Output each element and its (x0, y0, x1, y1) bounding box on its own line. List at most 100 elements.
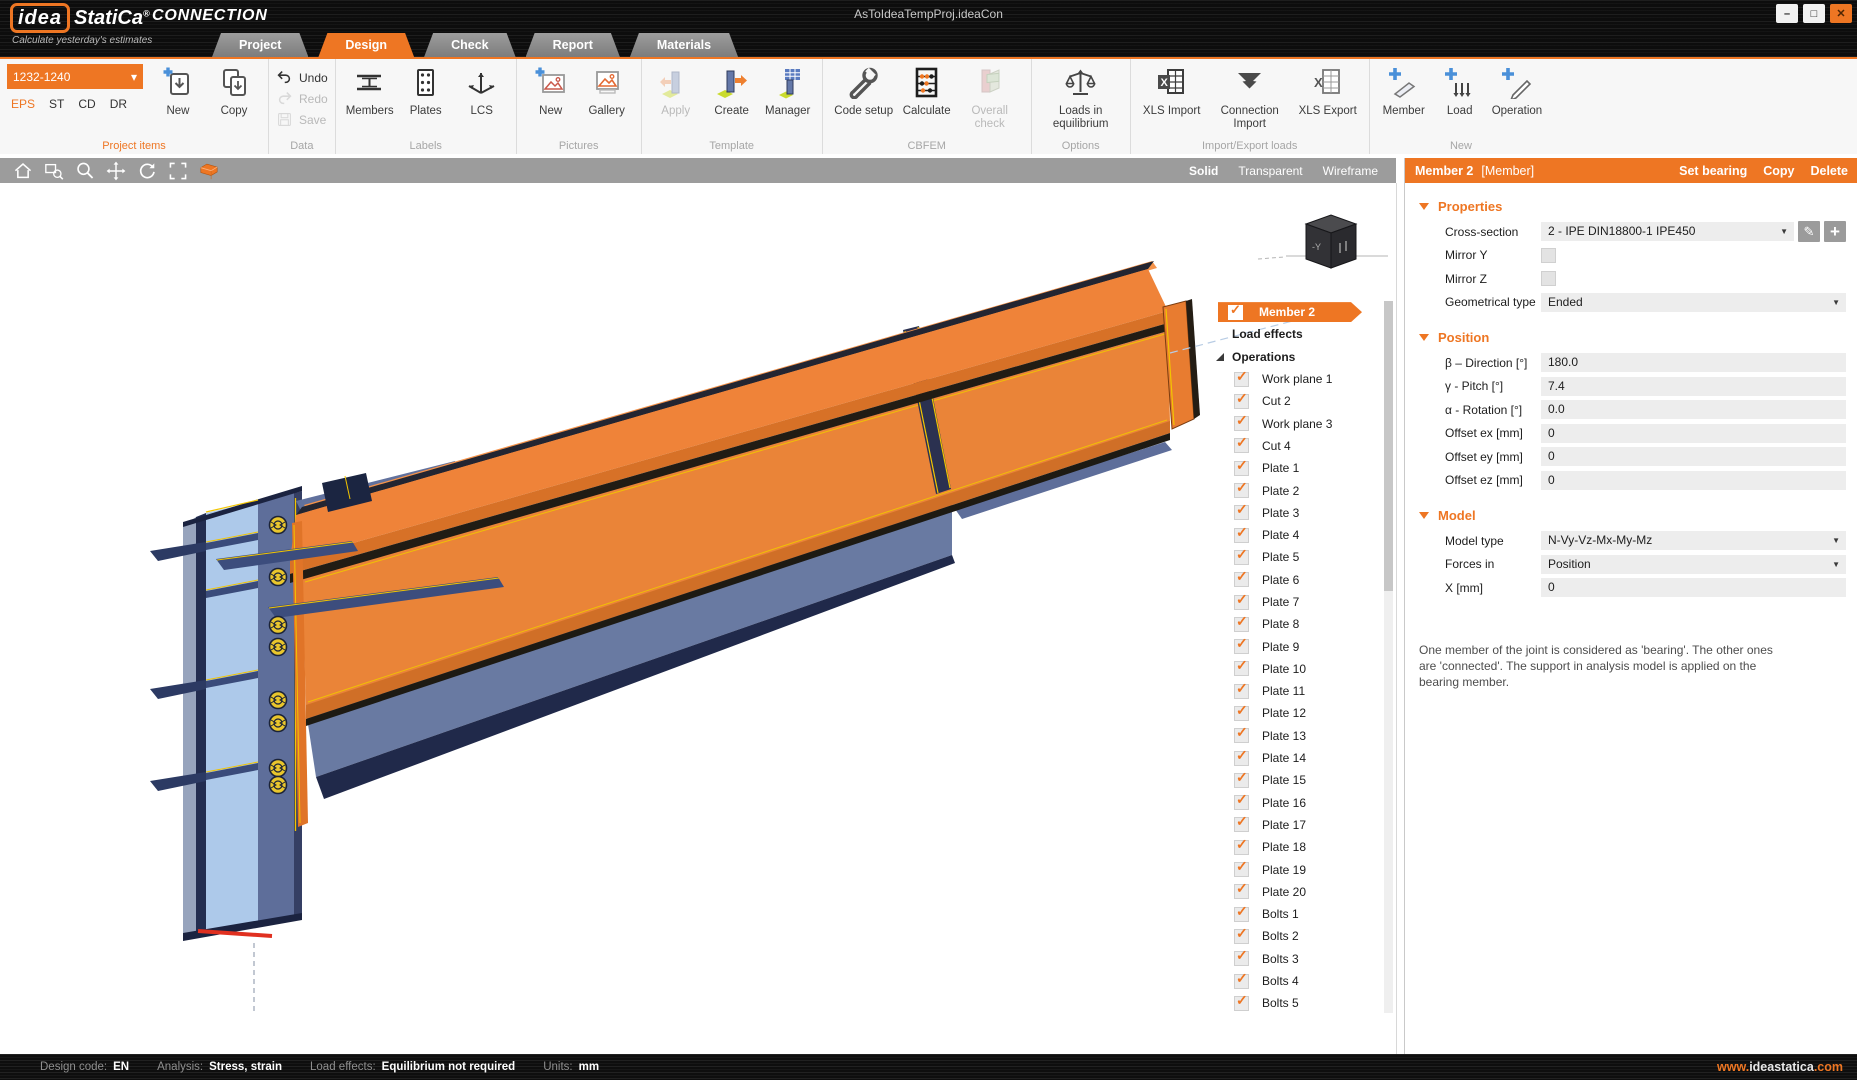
tree-item-member-2[interactable]: ✓Member 2 (1204, 301, 1380, 323)
rotate-icon[interactable] (136, 160, 158, 182)
mirror-z-checkbox[interactable] (1541, 271, 1556, 286)
maximize-button[interactable]: □ (1803, 4, 1825, 23)
checkbox[interactable]: ✓ (1234, 572, 1249, 587)
checkbox[interactable]: ✓ (1234, 550, 1249, 565)
tree-item-plate-3[interactable]: ✓Plate 3 (1204, 502, 1380, 524)
tree-item-plate-13[interactable]: ✓Plate 13 (1204, 725, 1380, 747)
checkbox[interactable]: ✓ (1234, 907, 1249, 922)
checkbox[interactable]: ✓ (1234, 438, 1249, 453)
tree-item-plate-18[interactable]: ✓Plate 18 (1204, 836, 1380, 858)
tree-item-plate-20[interactable]: ✓Plate 20 (1204, 881, 1380, 903)
section-header-model[interactable]: Model (1419, 508, 1857, 523)
checkbox[interactable]: ✓ (1228, 305, 1243, 320)
geometrical-type-field[interactable]: Ended▼ (1541, 293, 1846, 312)
copy-button[interactable]: Copy (207, 64, 261, 118)
checkbox[interactable]: ✓ (1234, 684, 1249, 699)
load-button[interactable]: Load (1433, 64, 1487, 118)
render-mode-transparent[interactable]: Transparent (1238, 164, 1302, 178)
pan-icon[interactable] (105, 160, 127, 182)
checkbox[interactable]: ✓ (1234, 996, 1249, 1011)
zoom-window-icon[interactable] (43, 160, 65, 182)
tree-item-plate-1[interactable]: ✓Plate 1 (1204, 457, 1380, 479)
brick-icon[interactable] (198, 160, 220, 182)
home-icon[interactable] (12, 160, 34, 182)
tree-item-work-plane-3[interactable]: ✓Work plane 3 (1204, 412, 1380, 434)
tree-item-plate-19[interactable]: ✓Plate 19 (1204, 858, 1380, 880)
members-button[interactable]: Members (343, 64, 397, 118)
tree-item-plate-9[interactable]: ✓Plate 9 (1204, 635, 1380, 657)
tree-scrollbar[interactable] (1384, 301, 1393, 1013)
tab-materials[interactable]: Materials (630, 33, 738, 57)
new-button[interactable]: New (151, 64, 205, 118)
tree-item-bolts-1[interactable]: ✓Bolts 1 (1204, 903, 1380, 925)
undo-button[interactable]: Undo (276, 69, 328, 86)
expander-icon[interactable] (1216, 353, 1224, 361)
tree-item-plate-14[interactable]: ✓Plate 14 (1204, 747, 1380, 769)
offset-ex-mm-field[interactable]: 0 (1541, 424, 1846, 443)
fit-icon[interactable] (167, 160, 189, 182)
forces-in-field[interactable]: Position▼ (1541, 555, 1846, 574)
loads-in-equilibrium-button[interactable]: Loads in equilibrium (1039, 64, 1123, 131)
gallery-button[interactable]: Gallery (580, 64, 634, 118)
checkbox[interactable]: ✓ (1234, 751, 1249, 766)
checkbox[interactable]: ✓ (1234, 372, 1249, 387)
tree-section-load-effects[interactable]: Load effects (1204, 323, 1380, 345)
offset-ey-mm-field[interactable]: 0 (1541, 447, 1846, 466)
project-code-eps[interactable]: EPS (11, 97, 35, 111)
section-header-position[interactable]: Position (1419, 330, 1857, 345)
checkbox[interactable]: ✓ (1234, 394, 1249, 409)
checkbox[interactable]: ✓ (1234, 639, 1249, 654)
render-mode-wireframe[interactable]: Wireframe (1323, 164, 1378, 178)
project-item-selector[interactable]: 1232-1240▾ (7, 64, 143, 89)
tab-check[interactable]: Check (424, 33, 516, 57)
x-mm-field[interactable]: 0 (1541, 578, 1846, 597)
tree-item-bolts-2[interactable]: ✓Bolts 2 (1204, 925, 1380, 947)
checkbox[interactable]: ✓ (1234, 840, 1249, 855)
tree-item-plate-5[interactable]: ✓Plate 5 (1204, 546, 1380, 568)
checkbox[interactable]: ✓ (1234, 974, 1249, 989)
checkbox[interactable]: ✓ (1234, 728, 1249, 743)
website-link[interactable]: www.ideastatica.com (1717, 1060, 1843, 1074)
create-button[interactable]: Create (705, 64, 759, 118)
cross-section-field[interactable]: 2 - IPE DIN18800-1 IPE450▼ (1541, 222, 1794, 241)
minimize-button[interactable]: – (1776, 4, 1798, 23)
connection-import-button[interactable]: Connection Import (1208, 64, 1292, 131)
new-button[interactable]: New (524, 64, 578, 118)
lcs-button[interactable]: LCS (455, 64, 509, 118)
direction-field[interactable]: 180.0 (1541, 353, 1846, 372)
zoom-icon[interactable] (74, 160, 96, 182)
checkbox[interactable]: ✓ (1234, 461, 1249, 476)
rotation-field[interactable]: 0.0 (1541, 400, 1846, 419)
tree-item-plate-8[interactable]: ✓Plate 8 (1204, 613, 1380, 635)
tree-item-plate-17[interactable]: ✓Plate 17 (1204, 814, 1380, 836)
section-header-properties[interactable]: Properties (1419, 199, 1857, 214)
checkbox[interactable]: ✓ (1234, 617, 1249, 632)
tree-item-plate-7[interactable]: ✓Plate 7 (1204, 591, 1380, 613)
project-code-cd[interactable]: CD (78, 97, 95, 111)
xls-export-button[interactable]: XXLS Export (1294, 64, 1362, 118)
checkbox[interactable]: ✓ (1234, 528, 1249, 543)
tree-item-plate-15[interactable]: ✓Plate 15 (1204, 769, 1380, 791)
nav-cube[interactable]: -Y (1258, 215, 1388, 268)
tree-item-plate-12[interactable]: ✓Plate 12 (1204, 702, 1380, 724)
manager-button[interactable]: Manager (761, 64, 815, 118)
mirror-y-checkbox[interactable] (1541, 248, 1556, 263)
checkbox[interactable]: ✓ (1234, 416, 1249, 431)
calculate-button[interactable]: Calculate (900, 64, 954, 118)
project-code-dr[interactable]: DR (110, 97, 127, 111)
checkbox[interactable]: ✓ (1234, 862, 1249, 877)
add-cross-section-button[interactable]: + (1824, 221, 1846, 242)
checkbox[interactable]: ✓ (1234, 595, 1249, 610)
tree-item-plate-11[interactable]: ✓Plate 11 (1204, 680, 1380, 702)
set-bearing-button[interactable]: Set bearing (1679, 164, 1747, 178)
xls-import-button[interactable]: XXLS Import (1138, 64, 1206, 118)
viewport-3d[interactable]: -Y ✓Member 2Load effectsOperations✓Work … (0, 183, 1397, 1054)
code-setup-button[interactable]: Code setup (830, 64, 898, 118)
checkbox[interactable]: ✓ (1234, 706, 1249, 721)
tree-item-work-plane-1[interactable]: ✓Work plane 1 (1204, 368, 1380, 390)
checkbox[interactable]: ✓ (1234, 951, 1249, 966)
tab-design[interactable]: Design (318, 33, 414, 57)
edit-cross-section-button[interactable]: ✎ (1798, 221, 1820, 242)
tree-item-plate-4[interactable]: ✓Plate 4 (1204, 524, 1380, 546)
member-button[interactable]: Member (1377, 64, 1431, 118)
